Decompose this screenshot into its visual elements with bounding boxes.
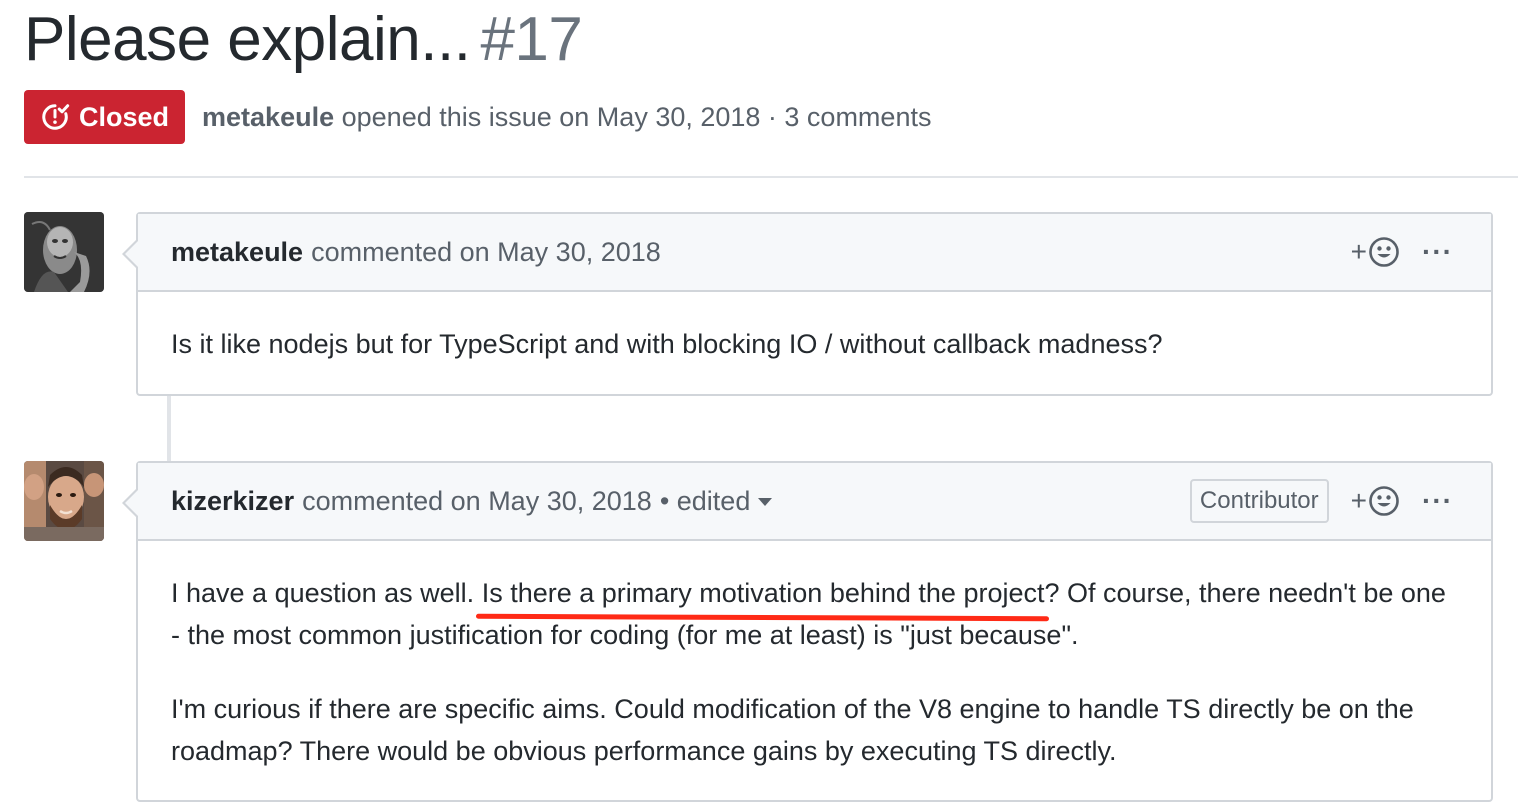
add-reaction-button[interactable]: + xyxy=(1351,236,1400,268)
comment-header: kizerkizer commented on May 30, 2018 • e… xyxy=(138,463,1491,541)
comment-paragraph: I have a question as well. Is there a pr… xyxy=(171,572,1458,656)
comment-caret-inner xyxy=(125,489,139,517)
smiley-icon xyxy=(1369,237,1399,267)
issue-number: #17 xyxy=(480,5,583,74)
comment-timestamp[interactable]: commented on May 30, 2018 xyxy=(302,486,652,517)
issue-title-text: Please explain... xyxy=(24,5,471,74)
comment-paragraph: I'm curious if there are specific aims. … xyxy=(171,694,1414,766)
comment-metakeule: metakeule commented on May 30, 2018 + ··… xyxy=(122,212,1493,396)
issue-opened-info: opened this issue on May 30, 2018 · 3 co… xyxy=(341,101,932,132)
comment-options-button[interactable]: ··· xyxy=(1422,236,1453,268)
issue-title: Please explain... #17 xyxy=(24,2,583,78)
issue-closed-icon xyxy=(42,104,70,130)
edited-dropdown[interactable]: • edited xyxy=(660,486,773,517)
avatar-image xyxy=(24,212,104,292)
contributor-badge: Contributor xyxy=(1189,479,1329,523)
issue-meta-text: metakeule opened this issue on May 30, 2… xyxy=(202,102,931,133)
plus-icon: + xyxy=(1350,236,1368,267)
plus-icon: + xyxy=(1350,485,1368,516)
comment-options-button[interactable]: ··· xyxy=(1422,485,1453,517)
state-badge: Closed xyxy=(24,90,186,144)
paragraph-text: I have a question as well. xyxy=(171,578,475,608)
comment-actions: + ··· xyxy=(1351,214,1453,290)
header-divider xyxy=(24,176,1518,178)
comment-header: metakeule commented on May 30, 2018 + ··… xyxy=(138,214,1491,292)
annotated-question: Is there a primary motivation behind the… xyxy=(482,572,1045,614)
avatar-metakeule[interactable] xyxy=(24,212,104,292)
comment-author-link[interactable]: kizerkizer xyxy=(171,486,294,517)
comment-timestamp[interactable]: commented on May 30, 2018 xyxy=(311,237,661,268)
timeline-connector xyxy=(167,395,171,461)
kebab-horizontal-icon: ··· xyxy=(1422,236,1453,267)
smiley-icon xyxy=(1369,486,1399,516)
comment-body: Is it like nodejs but for TypeScript and… xyxy=(138,292,1491,365)
state-label: Closed xyxy=(79,101,170,132)
comment-caret-inner xyxy=(125,240,139,268)
issue-meta: Closed metakeule opened this issue on Ma… xyxy=(24,90,931,144)
avatar-kizerkizer[interactable] xyxy=(24,461,104,541)
comment-body: I have a question as well. Is there a pr… xyxy=(138,541,1491,772)
kebab-horizontal-icon: ··· xyxy=(1422,485,1453,516)
edited-label: • edited xyxy=(659,485,751,516)
comment-author-link[interactable]: metakeule xyxy=(171,237,303,268)
add-reaction-button[interactable]: + xyxy=(1351,485,1400,517)
comment-kizerkizer: kizerkizer commented on May 30, 2018 • e… xyxy=(122,461,1493,802)
comment-actions: Contributor + ··· xyxy=(1189,463,1453,539)
chevron-down-icon xyxy=(758,498,773,507)
comment-paragraph: Is it like nodejs but for TypeScript and… xyxy=(171,329,1163,359)
issue-author-link[interactable]: metakeule xyxy=(202,102,334,132)
avatar-image xyxy=(24,461,104,541)
